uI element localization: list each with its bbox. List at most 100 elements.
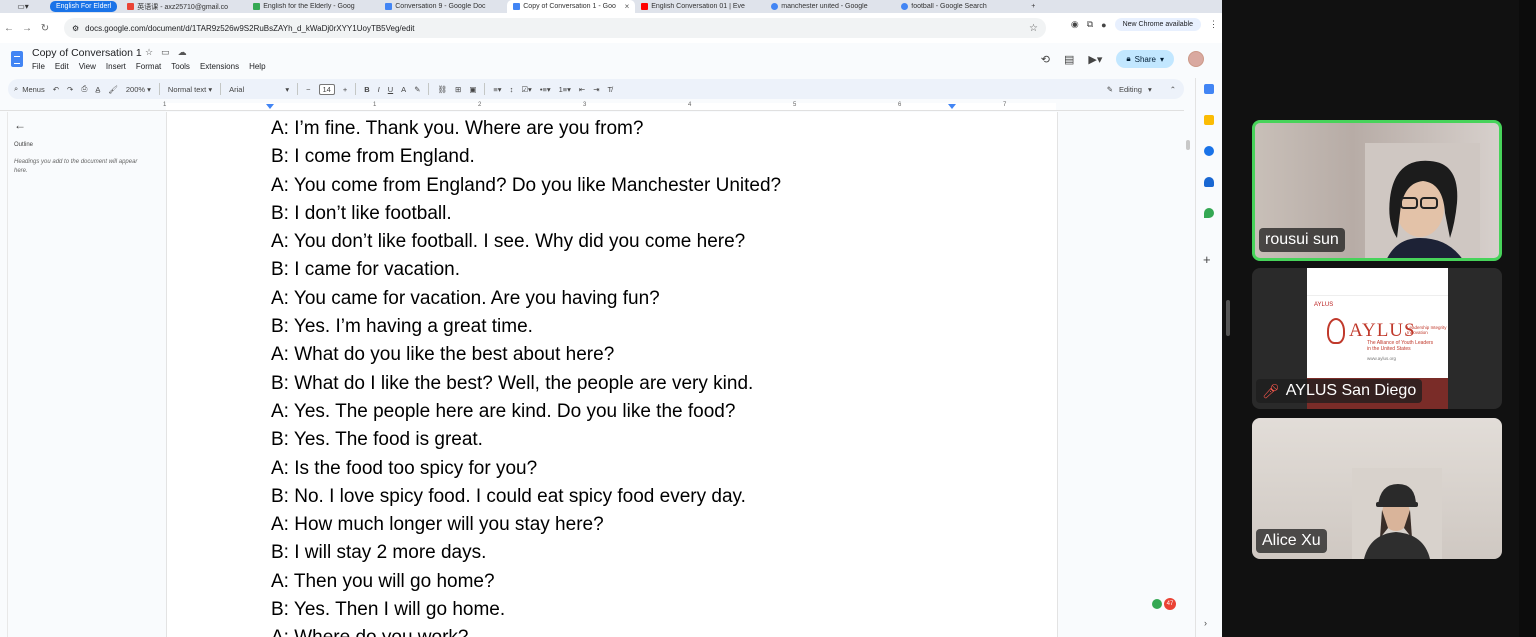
close-tab-icon[interactable]: × — [625, 2, 630, 11]
menu-extensions[interactable]: Extensions — [200, 62, 239, 71]
tab-3[interactable]: Conversation 9 - Google Doc — [379, 0, 507, 13]
tab-5[interactable]: English Conversation 01 | Eve — [635, 0, 765, 13]
document-page[interactable]: A: I’m fine. Thank you. Where are you fr… — [166, 112, 1058, 637]
gmail-icon — [127, 3, 135, 10]
side-panel: + › — [1195, 78, 1222, 637]
tab-6[interactable]: manchester united - Google — [765, 0, 895, 13]
calendar-icon[interactable] — [1204, 84, 1214, 94]
site-info-icon[interactable]: ⚙ — [72, 24, 79, 33]
menu-format[interactable]: Format — [136, 62, 161, 71]
new-chrome-button[interactable]: New Chrome available — [1114, 18, 1201, 31]
checklist-icon[interactable]: ☑▾ — [521, 85, 532, 94]
zoom-select[interactable]: 200% ▾ — [126, 85, 151, 94]
add-icon[interactable]: + — [1203, 252, 1211, 267]
dialogue-line: A: Where do you work? — [271, 624, 781, 637]
move-folder-icon[interactable]: ▭ — [161, 47, 170, 58]
tab-4-active[interactable]: Copy of Conversation 1 - Goo × — [507, 0, 636, 13]
document-title[interactable]: Copy of Conversation 1 — [32, 47, 142, 59]
search-menus-button[interactable]: ⌕ Menus — [14, 84, 45, 94]
profile-icon[interactable]: ● — [1101, 20, 1106, 30]
left-indent-marker[interactable] — [266, 104, 274, 109]
ruler-number: 7 — [1003, 102, 1007, 108]
panel-resize-handle[interactable] — [1226, 300, 1230, 336]
text-color-icon[interactable]: A — [401, 85, 406, 94]
increase-indent-icon[interactable]: ⇥ — [593, 85, 599, 94]
chevron-right-icon[interactable]: › — [1204, 618, 1207, 628]
align-icon[interactable]: ≡▾ — [493, 85, 501, 94]
kebab-menu-icon[interactable]: ⋮ — [1209, 19, 1218, 30]
document-body[interactable]: A: I’m fine. Thank you. Where are you fr… — [271, 115, 781, 637]
menu-edit[interactable]: Edit — [55, 62, 69, 71]
video-tile[interactable]: AYLUS AYLUS Leadership Integrity Innovat… — [1252, 268, 1502, 409]
version-history-icon[interactable]: ⟲ — [1041, 53, 1050, 66]
comment-add-icon[interactable]: ⊞ — [455, 85, 461, 94]
bullet-list-icon[interactable]: •≡▾ — [540, 85, 551, 94]
underline-icon[interactable]: U — [388, 85, 393, 94]
redo-icon[interactable]: ↷ — [67, 85, 73, 94]
editing-mode-select[interactable]: ✎ Editing ▾ — [1107, 85, 1152, 94]
spellcheck-icon[interactable]: A̲ — [95, 85, 100, 94]
paint-format-icon[interactable]: 🖌︎ — [108, 85, 118, 94]
meet-icon[interactable]: ▶▾ — [1088, 53, 1102, 66]
document-scrollbar[interactable] — [1186, 140, 1190, 150]
contacts-icon[interactable] — [1204, 177, 1214, 187]
print-icon[interactable]: ⎙ — [81, 84, 87, 94]
right-indent-marker[interactable] — [948, 104, 956, 109]
arrow-left-icon[interactable]: ← — [14, 118, 154, 132]
horizontal-ruler[interactable]: 1 1 2 3 4 5 6 7 — [0, 101, 1184, 111]
menu-tools[interactable]: Tools — [171, 62, 190, 71]
outline-panel: ← Outline Headings you add to the docume… — [14, 118, 154, 176]
share-button[interactable]: 🔒︎ Share ▾ — [1116, 50, 1174, 68]
keep-icon[interactable] — [1204, 115, 1214, 125]
undo-icon[interactable]: ↶ — [53, 85, 59, 94]
image-icon[interactable]: ▣ — [469, 85, 476, 94]
collapse-toolbar-icon[interactable]: ⌃ — [1170, 85, 1176, 94]
tab-7[interactable]: football - Google Search — [895, 0, 1025, 13]
tab-search-button[interactable]: ▭▾ — [0, 0, 46, 13]
decrease-indent-icon[interactable]: ⇤ — [579, 85, 585, 94]
highlight-icon[interactable]: ✎ — [414, 85, 420, 94]
menu-insert[interactable]: Insert — [106, 62, 126, 71]
extension-icon[interactable]: ◉ — [1071, 19, 1079, 30]
menu-file[interactable]: File — [32, 62, 45, 71]
link-icon[interactable]: ⛓ — [437, 85, 447, 94]
avatar[interactable] — [1188, 51, 1204, 67]
bold-icon[interactable]: B — [364, 85, 369, 94]
tasks-icon[interactable] — [1204, 146, 1214, 156]
tab-0[interactable]: English For Elderl — [50, 1, 118, 12]
tab-2[interactable]: English for the Elderly - Goog — [247, 0, 379, 13]
notification-count: 47 — [1164, 598, 1176, 610]
participant-name-tag: Alice Xu — [1256, 529, 1327, 553]
font-select[interactable]: Arial ▾ — [229, 85, 289, 94]
tab-7-title: football - Google Search — [911, 3, 987, 10]
back-icon[interactable]: ← — [0, 23, 18, 34]
pencil-icon: ✎ — [1106, 84, 1113, 94]
reload-icon[interactable]: ↻ — [36, 23, 54, 34]
style-select[interactable]: Normal text ▾ — [168, 85, 212, 94]
dialogue-line: B: I come from England. — [271, 146, 475, 168]
new-tab-button[interactable]: + — [1025, 0, 1041, 13]
address-bar[interactable]: ⚙ docs.google.com/document/d/1TAR9z526w9… — [64, 18, 1046, 38]
forward-icon[interactable]: → — [18, 23, 36, 34]
menu-view[interactable]: View — [79, 62, 96, 71]
video-tile[interactable]: rousui sun — [1252, 120, 1502, 261]
line-spacing-icon[interactable]: ↕ — [510, 85, 514, 94]
bookmark-star-icon[interactable]: ☆ — [1029, 23, 1038, 34]
cloud-status-icon[interactable]: ☁ — [178, 47, 187, 58]
star-icon[interactable]: ☆ — [145, 47, 153, 58]
extensions-puzzle-icon[interactable]: ⧉ — [1087, 19, 1093, 30]
tab-1[interactable]: 英语课 - axz25710@gmail.co — [121, 0, 247, 13]
menu-help[interactable]: Help — [249, 62, 265, 71]
docs-logo-icon[interactable] — [11, 51, 23, 67]
assistant-badge[interactable]: 47 — [1152, 598, 1176, 610]
comments-icon[interactable]: ▤ — [1064, 53, 1074, 66]
increase-font-icon[interactable]: + — [343, 85, 347, 94]
maps-icon[interactable] — [1204, 208, 1214, 218]
numbered-list-icon[interactable]: 1≡▾ — [559, 85, 571, 94]
italic-icon[interactable]: I — [378, 85, 380, 94]
clear-format-icon[interactable]: T̸ — [608, 85, 613, 94]
video-tile[interactable]: Alice Xu — [1252, 418, 1502, 559]
font-size-input[interactable]: 14 — [318, 83, 335, 95]
ruler-number: 1 — [373, 102, 377, 108]
decrease-font-icon[interactable]: − — [306, 85, 310, 94]
